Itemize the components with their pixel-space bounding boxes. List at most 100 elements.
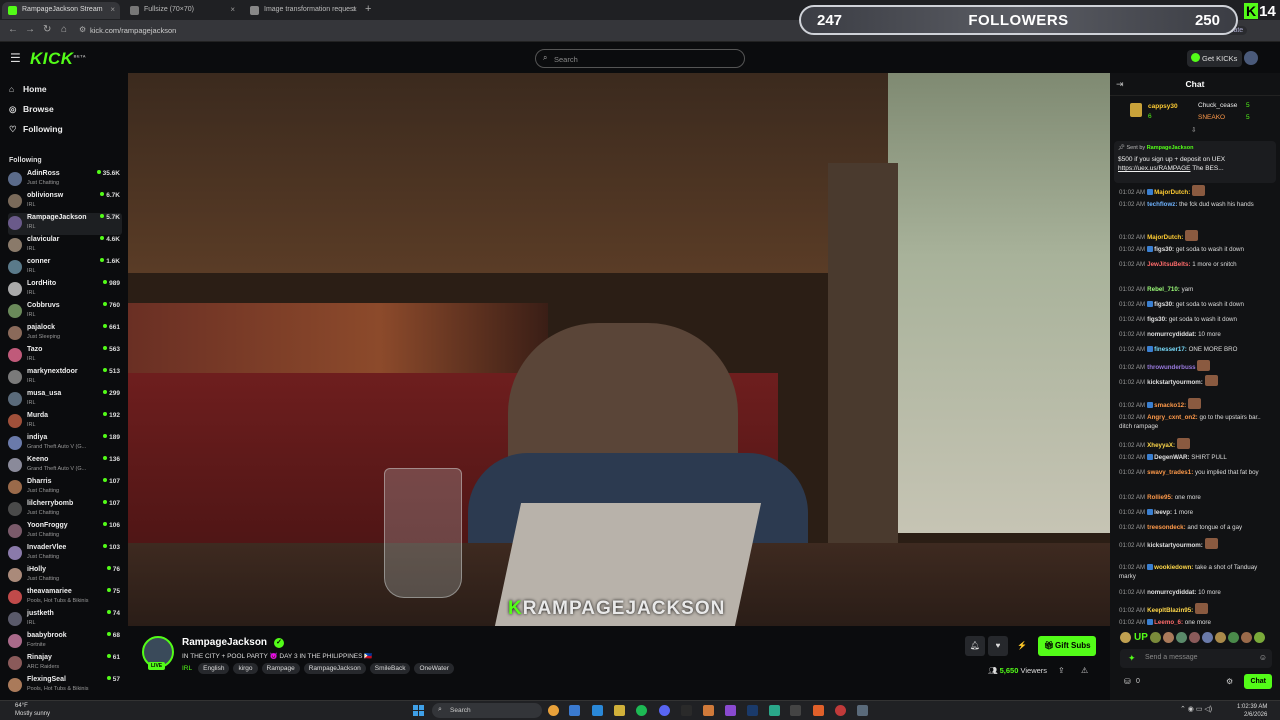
message-user[interactable]: JewJitsuBelts:: [1147, 261, 1190, 268]
discord-icon[interactable]: [659, 705, 670, 716]
stream-category[interactable]: IRL: [182, 665, 192, 672]
emote-icon[interactable]: [1120, 631, 1131, 643]
following-item[interactable]: Rinajay ARC Raiders 61: [8, 653, 122, 675]
message-user[interactable]: KeepItBlazin95:: [1147, 607, 1193, 614]
sidebar-item-browse[interactable]: ◎ Browse: [9, 104, 54, 115]
kicks-icon[interactable]: ⚡: [1012, 636, 1032, 656]
app-icon[interactable]: [681, 705, 692, 716]
message-user[interactable]: nomurrcydiddat:: [1147, 589, 1196, 596]
emote-icon[interactable]: [1253, 631, 1265, 643]
message-user[interactable]: treesondeck:: [1147, 524, 1186, 531]
message-user[interactable]: figs30:: [1147, 316, 1167, 323]
weather-widget[interactable]: 64°F Mostly sunny: [15, 702, 50, 718]
following-item[interactable]: markynextdoor IRL 513: [8, 367, 122, 389]
following-item[interactable]: indiya Grand Theft Auto V (G... 189: [8, 433, 122, 455]
file-explorer-icon[interactable]: [592, 705, 603, 716]
browser-tab-image-request[interactable]: Image transformation request ×: [244, 2, 362, 19]
top-gifter-name[interactable]: cappsy30: [1148, 103, 1178, 110]
send-chat-button[interactable]: Chat: [1244, 674, 1272, 689]
taskbar-clock[interactable]: 1:02:39 AM 2/6/2026: [1237, 703, 1267, 719]
gift-subs-button[interactable]: 🎁︎ Gift Subs: [1038, 636, 1096, 656]
taskbar-search[interactable]: ⌕ Search: [432, 703, 542, 718]
sidebar-item-following[interactable]: ♡ Following: [9, 124, 63, 135]
emote-icon[interactable]: [1175, 631, 1187, 643]
stream-tag[interactable]: SmileBack: [369, 663, 411, 674]
following-item[interactable]: Tazo IRL 563: [8, 345, 122, 367]
chat-input[interactable]: ✦ Send a message ☺: [1120, 649, 1272, 668]
following-item[interactable]: FlexingSeal Pools, Hot Tubs & Bikinis 57: [8, 675, 122, 697]
browser-tab-fullsize[interactable]: Fullsize (70×70) ×: [124, 2, 240, 19]
close-tab-icon[interactable]: ×: [230, 5, 235, 14]
following-item[interactable]: Keeno Grand Theft Auto V (G... 136: [8, 455, 122, 477]
emote-icon[interactable]: [1149, 631, 1161, 643]
message-user[interactable]: DegenWAR:: [1154, 454, 1189, 461]
gifter-name[interactable]: Chuck_cease: [1198, 102, 1237, 109]
video-player[interactable]: KRAMPAGEJACKSON: [128, 73, 1110, 626]
terminal-icon[interactable]: [790, 705, 801, 716]
following-item[interactable]: lilcherrybomb Just Chatting 107: [8, 499, 122, 521]
browser-tab-kick[interactable]: RampageJackson Stream ×: [2, 2, 120, 19]
back-icon[interactable]: ←: [8, 24, 18, 35]
following-item[interactable]: Cobbruvs IRL 760: [8, 301, 122, 323]
following-item[interactable]: pajalock Just Sleeping 661: [8, 323, 122, 345]
stream-tag[interactable]: English: [198, 663, 230, 674]
message-user[interactable]: swavy_trades1:: [1147, 469, 1193, 476]
search-input[interactable]: ⌕ Search: [535, 49, 745, 68]
collapse-chat-icon[interactable]: ⇥: [1116, 73, 1124, 96]
stream-tag[interactable]: kirgo: [233, 663, 258, 674]
edge-icon[interactable]: [569, 705, 580, 716]
emote-picker-icon[interactable]: ✦: [1128, 653, 1136, 664]
message-user[interactable]: nomurrcydiddat:: [1147, 331, 1196, 338]
message-user[interactable]: kickstartyourmom:: [1147, 379, 1203, 386]
following-item[interactable]: AdinRoss Just Chatting 35.6K: [8, 169, 122, 191]
following-item[interactable]: conner IRL 1.6K: [8, 257, 122, 279]
windows-start-icon[interactable]: [413, 705, 424, 716]
emote-up[interactable]: UP: [1134, 632, 1148, 643]
reload-icon[interactable]: ↻: [43, 24, 51, 35]
message-user[interactable]: Rollie95:: [1147, 494, 1173, 501]
following-item[interactable]: YoonFroggy Just Chatting 106: [8, 521, 122, 543]
message-user[interactable]: Rebel_710:: [1147, 286, 1180, 293]
following-item[interactable]: musa_usa IRL 299: [8, 389, 122, 411]
folder-icon[interactable]: [614, 705, 625, 716]
app-icon[interactable]: [835, 705, 846, 716]
emote-icon[interactable]: [1214, 631, 1226, 643]
stream-tag[interactable]: Rampage: [261, 663, 300, 674]
following-item[interactable]: Dharris Just Chatting 107: [8, 477, 122, 499]
following-item[interactable]: RampageJackson IRL 5.7K: [8, 213, 122, 235]
app-icon[interactable]: [725, 705, 736, 716]
following-item[interactable]: InvaderVlee Just Chatting 103: [8, 543, 122, 565]
following-item[interactable]: clavicular IRL 4.6K: [8, 235, 122, 257]
emote-icon[interactable]: [1162, 631, 1174, 643]
menu-icon[interactable]: ☰: [10, 51, 21, 65]
streamer-name[interactable]: RampageJackson: [182, 637, 267, 648]
message-user[interactable]: Angry_cxnt_on2:: [1147, 414, 1198, 421]
emote-icon[interactable]: [1188, 631, 1200, 643]
message-user[interactable]: kickstartyourmom:: [1147, 542, 1203, 549]
message-user[interactable]: wookiedown:: [1154, 564, 1193, 571]
kicks-balance-icon[interactable]: ⛁: [1124, 677, 1131, 686]
notification-bell-icon[interactable]: 🔔︎: [965, 636, 985, 656]
following-item[interactable]: baabybrook Fortnite 68: [8, 631, 122, 653]
message-user[interactable]: techflowz:: [1147, 201, 1177, 208]
stream-tag[interactable]: RampageJackson: [303, 663, 366, 674]
message-user[interactable]: leevp:: [1154, 509, 1172, 516]
message-user[interactable]: XheyyaX:: [1147, 442, 1175, 449]
following-item[interactable]: iHolly Just Chatting 76: [8, 565, 122, 587]
message-user[interactable]: figs30:: [1154, 301, 1174, 308]
chrome-icon[interactable]: [548, 705, 559, 716]
following-item[interactable]: theavamariee Pools, Hot Tubs & Bikinis 75: [8, 587, 122, 609]
message-user[interactable]: smacko12:: [1154, 402, 1186, 409]
system-tray[interactable]: ⌃ ◉ ▭ ◁): [1180, 705, 1212, 713]
chat-settings-icon[interactable]: ⚙: [1226, 677, 1233, 686]
site-info-icon[interactable]: ⚙: [79, 25, 86, 34]
report-icon[interactable]: ⚠: [1081, 666, 1088, 675]
emoji-icon[interactable]: ☺: [1259, 653, 1267, 662]
new-tab-button[interactable]: +: [365, 3, 371, 15]
follow-heart-icon[interactable]: ♥: [988, 636, 1008, 656]
close-tab-icon[interactable]: ×: [110, 5, 115, 14]
brave-icon[interactable]: [813, 705, 824, 716]
spotify-icon[interactable]: [636, 705, 647, 716]
message-user[interactable]: throwunderbuss: [1147, 364, 1195, 371]
message-user[interactable]: MajorDutch:: [1147, 234, 1183, 241]
